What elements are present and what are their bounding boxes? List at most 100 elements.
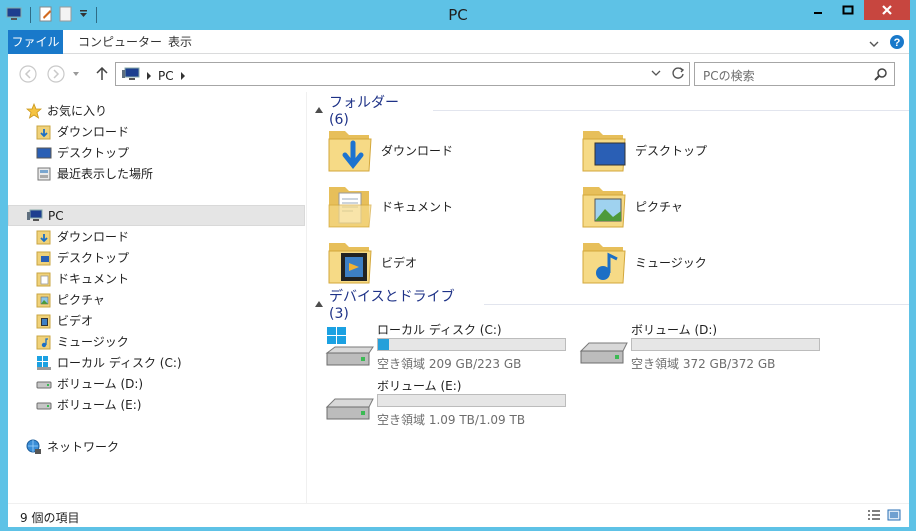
folder-tile-videos[interactable]: ビデオ — [325, 236, 565, 288]
chevron-right-icon — [147, 71, 151, 80]
drive-free-space: 空き領域 372 GB/372 GB — [631, 357, 776, 371]
folder-label: ダウンロード — [381, 143, 454, 158]
drive-free-space: 空き領域 1.09 TB/1.09 TB — [377, 413, 526, 427]
status-bar: 9 個の項目 — [8, 503, 909, 527]
navigation-pane: お気に入り ダウンロード デスクトップ 最近表示した場所 PC ダウンロード デ… — [8, 92, 306, 503]
videos-folder-icon — [36, 313, 52, 329]
address-bar-controls — [651, 66, 685, 80]
help-icon[interactable]: ? — [889, 34, 905, 53]
nav-item-label: ダウンロード — [57, 125, 130, 139]
nav-pc-documents[interactable]: ドキュメント — [36, 268, 129, 289]
nav-item-label: ボリューム (D:) — [57, 377, 144, 391]
folder-label: ミュージック — [635, 255, 707, 270]
collapse-icon — [315, 107, 323, 113]
group-header-drives[interactable]: デバイスとドライブ (3) — [315, 289, 909, 322]
nav-network-label: ネットワーク — [47, 440, 120, 454]
drive-name: ローカル ディスク (C:) — [377, 323, 502, 337]
window-title: PC — [448, 6, 468, 24]
recent-places-icon — [36, 166, 52, 182]
back-button[interactable] — [18, 64, 38, 84]
chevron-down-icon — [73, 72, 79, 76]
nav-pc-music[interactable]: ミュージック — [36, 331, 129, 352]
drive-usage-bar — [631, 338, 820, 351]
search-icon[interactable] — [874, 67, 888, 84]
folder-label: デスクトップ — [635, 143, 708, 158]
nav-favorites-desktop[interactable]: デスクトップ — [36, 142, 129, 163]
chevron-down-icon[interactable] — [651, 69, 661, 77]
breadcrumb: PC — [122, 67, 186, 84]
window-frame: PC ファイル コンピューター 表示 ? PC PCの検索 お気に入り ダウンロ… — [0, 0, 916, 531]
folder-label: ドキュメント — [381, 199, 454, 214]
chevron-right-icon[interactable] — [180, 71, 186, 80]
nav-item-label: デスクトップ — [57, 251, 130, 265]
hard-drive-icon — [36, 397, 52, 413]
drive-name: ボリューム (E:) — [377, 379, 462, 393]
group-title: フォルダー (6) — [329, 95, 399, 128]
drive-tile-d[interactable]: ボリューム (D:) 空き領域 372 GB/372 GB — [579, 321, 829, 371]
nav-favorites-downloads[interactable]: ダウンロード — [36, 121, 129, 142]
large-icons-view-icon[interactable] — [887, 509, 901, 524]
nav-item-label: ダウンロード — [57, 230, 130, 244]
close-button[interactable] — [864, 0, 910, 20]
nav-item-label: ローカル ディスク (C:) — [57, 356, 182, 370]
content-area: フォルダー (6) ダウンロード デスクトップ ドキュメント ピクチャ ビデオ … — [307, 92, 909, 503]
nav-item-label: ビデオ — [57, 314, 94, 328]
address-bar[interactable]: PC — [115, 62, 690, 86]
nav-favorites[interactable]: お気に入り — [26, 100, 107, 121]
computer-icon — [122, 67, 140, 84]
music-folder-icon — [36, 334, 52, 350]
svg-text:?: ? — [894, 37, 901, 49]
ribbon-tabs: ファイル コンピューター 表示 ? — [8, 30, 909, 54]
system-drive-icon — [36, 355, 52, 371]
window-controls — [804, 0, 910, 20]
nav-pc[interactable]: PC — [8, 205, 305, 226]
drive-tile-c[interactable]: ローカル ディスク (C:) 空き領域 209 GB/223 GB — [325, 321, 575, 371]
details-view-icon[interactable] — [867, 509, 881, 524]
up-button[interactable] — [92, 64, 112, 84]
videos-folder-icon — [325, 237, 375, 287]
nav-network[interactable]: ネットワーク — [26, 436, 119, 457]
minimize-button[interactable] — [804, 0, 831, 20]
documents-folder-icon — [325, 181, 375, 231]
nav-pc-drive-c[interactable]: ローカル ディスク (C:) — [36, 352, 182, 373]
nav-pc-videos[interactable]: ビデオ — [36, 310, 93, 331]
desktop-folder-icon — [36, 250, 52, 266]
breadcrumb-pc[interactable]: PC — [158, 69, 174, 83]
drive-tile-e[interactable]: ボリューム (E:) 空き領域 1.09 TB/1.09 TB — [325, 377, 575, 427]
folder-tile-downloads[interactable]: ダウンロード — [325, 124, 565, 176]
refresh-icon[interactable] — [671, 66, 685, 80]
drive-free-space: 空き領域 209 GB/223 GB — [377, 357, 522, 371]
folder-tile-music[interactable]: ミュージック — [579, 236, 819, 288]
nav-item-label: 最近表示した場所 — [57, 167, 154, 181]
folder-tile-documents[interactable]: ドキュメント — [325, 180, 565, 232]
documents-folder-icon — [36, 271, 52, 287]
maximize-button[interactable] — [834, 0, 861, 20]
nav-pc-pictures[interactable]: ピクチャ — [36, 289, 105, 310]
expand-ribbon-icon[interactable] — [869, 37, 879, 51]
group-header-folders[interactable]: フォルダー (6) — [315, 95, 909, 128]
nav-pc-drive-d[interactable]: ボリューム (D:) — [36, 373, 143, 394]
tab-view[interactable]: 表示 — [156, 30, 204, 54]
group-title: デバイスとドライブ (3) — [329, 289, 455, 322]
search-box[interactable]: PCの検索 — [694, 62, 895, 86]
folder-tile-desktop[interactable]: デスクトップ — [579, 124, 819, 176]
folder-label: ピクチャ — [635, 199, 683, 214]
folder-tile-pictures[interactable]: ピクチャ — [579, 180, 819, 232]
tab-file[interactable]: ファイル — [8, 30, 63, 54]
downloads-folder-icon — [325, 125, 375, 175]
music-folder-icon — [579, 237, 629, 287]
forward-button[interactable] — [46, 64, 66, 84]
nav-pc-downloads[interactable]: ダウンロード — [36, 226, 129, 247]
close-icon — [882, 5, 892, 15]
nav-favorites-recent-places[interactable]: 最近表示した場所 — [36, 163, 153, 184]
navigation-bar: PC PCの検索 — [8, 54, 909, 92]
recent-locations-button[interactable] — [70, 64, 82, 84]
hard-drive-icon — [579, 327, 629, 367]
title-bar[interactable]: PC — [0, 0, 916, 30]
downloads-folder-icon — [36, 124, 52, 140]
nav-pc-desktop[interactable]: デスクトップ — [36, 247, 129, 268]
nav-pc-drive-e[interactable]: ボリューム (E:) — [36, 394, 141, 415]
pictures-folder-icon — [36, 292, 52, 308]
drive-usage-fill — [378, 339, 390, 350]
up-arrow-icon — [96, 67, 108, 80]
